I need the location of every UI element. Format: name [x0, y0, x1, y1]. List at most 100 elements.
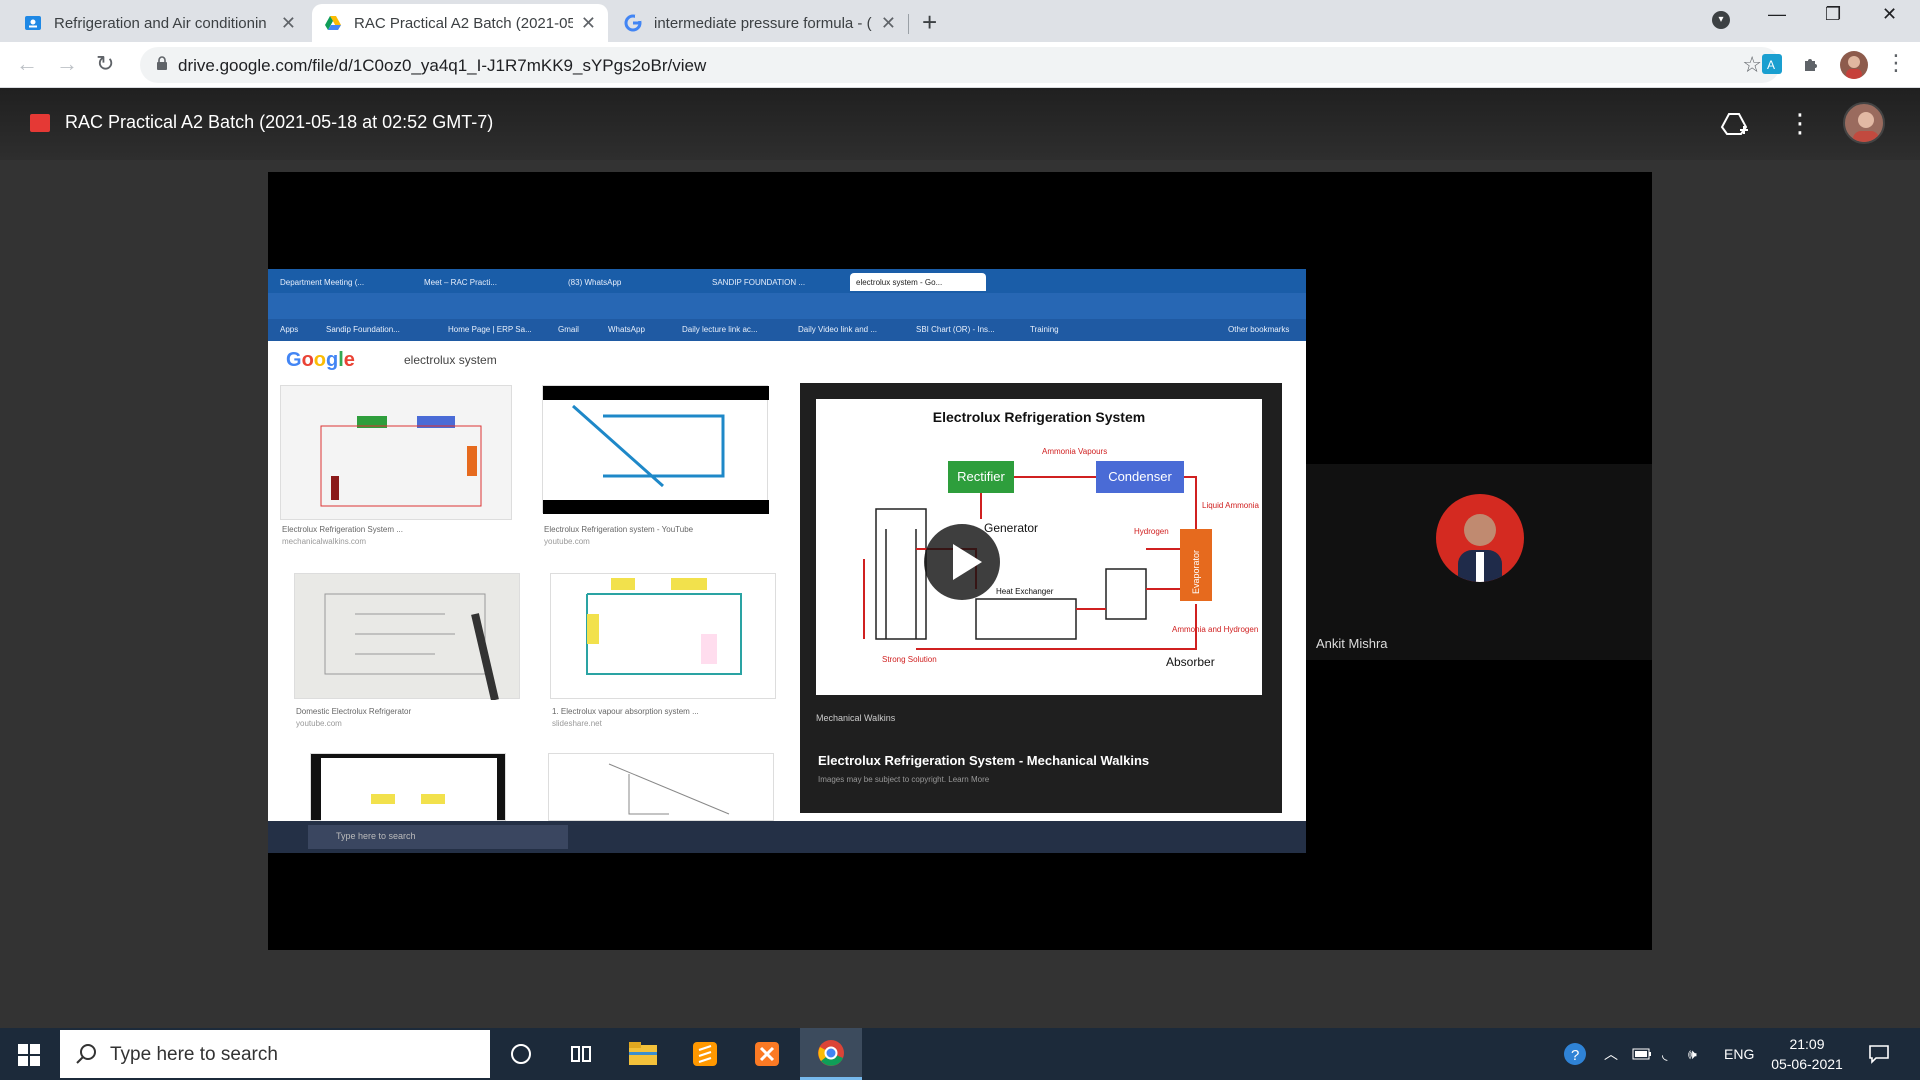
wifi-icon[interactable]: ◟: [1662, 1028, 1667, 1080]
tab-search-icon[interactable]: ▾: [1712, 11, 1730, 29]
restore-icon[interactable]: ❐: [1825, 4, 1841, 25]
result-thumbnail: [294, 573, 520, 701]
cortana-icon[interactable]: [490, 1028, 552, 1080]
sublime-text-icon[interactable]: [674, 1028, 736, 1080]
diagram-thumbnail-icon: [320, 416, 482, 507]
result-thumbnail: [310, 753, 506, 822]
evaporator-box: Evaporator: [1180, 529, 1212, 601]
close-icon[interactable]: ✕: [881, 13, 896, 34]
result-source: youtube.com: [544, 537, 590, 546]
result-thumbnail: [542, 385, 769, 514]
video-thumbnail-icon: [543, 386, 769, 514]
viewer-header: RAC Practical A2 Batch (2021-05-18 at 02…: [0, 88, 1920, 160]
minimize-icon[interactable]: —: [1768, 4, 1786, 25]
tab-title: Refrigeration and Air conditionin: [54, 14, 267, 32]
shared-tab: Department Meeting (...: [280, 277, 365, 287]
play-button[interactable]: [924, 524, 1000, 600]
strong-solution-label: Strong Solution: [882, 655, 937, 664]
participant-photo: [1436, 494, 1524, 582]
file-title: RAC Practical A2 Batch (2021-05-18 at 02…: [65, 112, 494, 132]
clock-date: 05-06-2021: [1771, 1056, 1843, 1072]
close-icon[interactable]: ✕: [581, 13, 596, 34]
electrolux-diagram: Electrolux Refrigeration System Rectifie…: [816, 399, 1262, 695]
bookmark-item: Sandip Foundation...: [326, 325, 400, 334]
forward-arrow-icon[interactable]: →: [56, 51, 78, 77]
account-avatar[interactable]: [1843, 102, 1885, 144]
sketch-thumbnail-icon: [608, 763, 730, 815]
shared-windows-taskbar: Type here to search: [268, 821, 1306, 853]
taskbar-search-placeholder[interactable]: Type here to search: [110, 1044, 278, 1066]
profile-avatar[interactable]: [1840, 51, 1868, 79]
bookmark-item: Training: [1030, 325, 1059, 334]
window-close-icon[interactable]: ✕: [1882, 4, 1897, 25]
shared-tab: (83) WhatsApp: [568, 277, 622, 287]
result-thumbnail: [280, 385, 512, 520]
taskbar-search-box[interactable]: Type here to search: [60, 1030, 490, 1078]
xampp-icon[interactable]: [736, 1028, 798, 1080]
liquid-ammonia-label: Liquid Ammonia: [1202, 501, 1259, 510]
diagram-thumbnail-icon: [321, 758, 497, 822]
help-icon[interactable]: ?: [1562, 1028, 1588, 1080]
shared-bookmarks-bar: Apps Sandip Foundation... Home Page | ER…: [268, 319, 1306, 341]
action-center-icon[interactable]: [1868, 1028, 1890, 1080]
close-icon[interactable]: ✕: [281, 13, 296, 34]
new-tab-plus-icon[interactable]: +: [922, 7, 937, 38]
back-arrow-icon[interactable]: ←: [16, 51, 38, 77]
google-drive-icon: [325, 16, 341, 30]
shared-address-bar: [268, 293, 1306, 319]
chrome-taskbar-icon[interactable]: [800, 1028, 862, 1080]
address-bar[interactable]: drive.google.com/file/d/1C0oz0_ya4q1_I-J…: [140, 47, 1780, 83]
result-caption: Electrolux Refrigeration system - YouTub…: [544, 525, 694, 534]
tab-divider: [908, 14, 909, 34]
shared-url-bar: [364, 299, 1124, 313]
play-icon[interactable]: [924, 524, 1000, 600]
tab-refrigeration[interactable]: Refrigeration and Air conditionin ✕: [12, 4, 308, 42]
lock-icon[interactable]: [156, 56, 168, 70]
preview-source: Mechanical Walkins: [816, 713, 896, 723]
puzzle-extensions-icon[interactable]: [1800, 52, 1824, 76]
task-view-icon[interactable]: [550, 1028, 612, 1080]
ammonia-vapours-label: Ammonia Vapours: [1042, 447, 1108, 456]
image-preview-panel: Electrolux Refrigeration System Rectifie…: [800, 383, 1282, 813]
ammonia-hydrogen-label: Ammonia and Hydrogen: [1172, 625, 1259, 634]
volume-icon[interactable]: 🕪: [1688, 1028, 1697, 1080]
url-text[interactable]: drive.google.com/file/d/1C0oz0_ya4q1_I-J…: [178, 56, 706, 76]
result-source: mechanicalwalkins.com: [282, 537, 367, 546]
shared-tab: SANDIP FOUNDATION ...: [712, 277, 806, 287]
schematic-thumbnail-icon: [586, 578, 742, 675]
bookmark-item: SBI Chart (OR) - Ins...: [916, 325, 995, 334]
bookmark-item: WhatsApp: [608, 325, 645, 334]
browser-toolbar: ← → ↻ drive.google.com/file/d/1C0oz0_ya4…: [0, 42, 1920, 88]
result-source: youtube.com: [296, 719, 342, 728]
show-hidden-icons-chevron-icon[interactable]: ︿: [1604, 1028, 1618, 1080]
windows-taskbar: Type here to search ? ︿ ◟ 🕪 ENG 21:09 05…: [0, 1028, 1920, 1080]
shared-tab: Meet – RAC Practi...: [424, 277, 497, 287]
bookmark-item: Other bookmarks: [1228, 325, 1290, 334]
add-to-drive-icon[interactable]: [1720, 110, 1748, 138]
video-player[interactable]: Department Meeting (... Meet – RAC Pract…: [268, 172, 1652, 950]
tab-intermediate-pressure[interactable]: intermediate pressure formula - ( ✕: [612, 4, 908, 42]
bookmark-item: Gmail: [558, 325, 579, 334]
participant-tile: Ankit Mishra: [1306, 464, 1652, 660]
heat-exchanger-label: Heat Exchanger: [996, 587, 1054, 596]
file-explorer-icon[interactable]: [612, 1028, 674, 1080]
language-indicator[interactable]: ENG: [1724, 1028, 1754, 1080]
battery-icon[interactable]: [1632, 1028, 1652, 1080]
reload-icon[interactable]: ↻: [96, 51, 114, 77]
windows-start-icon[interactable]: [18, 1044, 40, 1066]
system-clock[interactable]: 21:09 05-06-2021: [1762, 1034, 1852, 1074]
condenser-box: Condenser: [1096, 461, 1184, 493]
extension-translate-icon[interactable]: A: [1760, 52, 1784, 76]
chrome-menu-icon[interactable]: ⋮: [1885, 50, 1907, 76]
more-options-icon[interactable]: ⋮: [1787, 108, 1813, 139]
tab-rac-practical[interactable]: RAC Practical A2 Batch (2021-05- ✕: [312, 4, 608, 42]
result-caption: Electrolux Refrigeration System ...: [282, 525, 403, 534]
preview-subcaption: Images may be subject to copyright. Lear…: [818, 775, 990, 784]
bookmark-item: Home Page | ERP Sa...: [448, 325, 532, 334]
browser-tab-strip: Refrigeration and Air conditionin ✕ RAC …: [0, 0, 1920, 42]
result-source: slideshare.net: [552, 719, 602, 728]
result-thumbnail: [550, 573, 776, 699]
preview-caption: Electrolux Refrigeration System - Mechan…: [818, 753, 1150, 768]
shared-screen-frame: Department Meeting (... Meet – RAC Pract…: [268, 269, 1306, 853]
google-logo: Google: [286, 349, 355, 371]
